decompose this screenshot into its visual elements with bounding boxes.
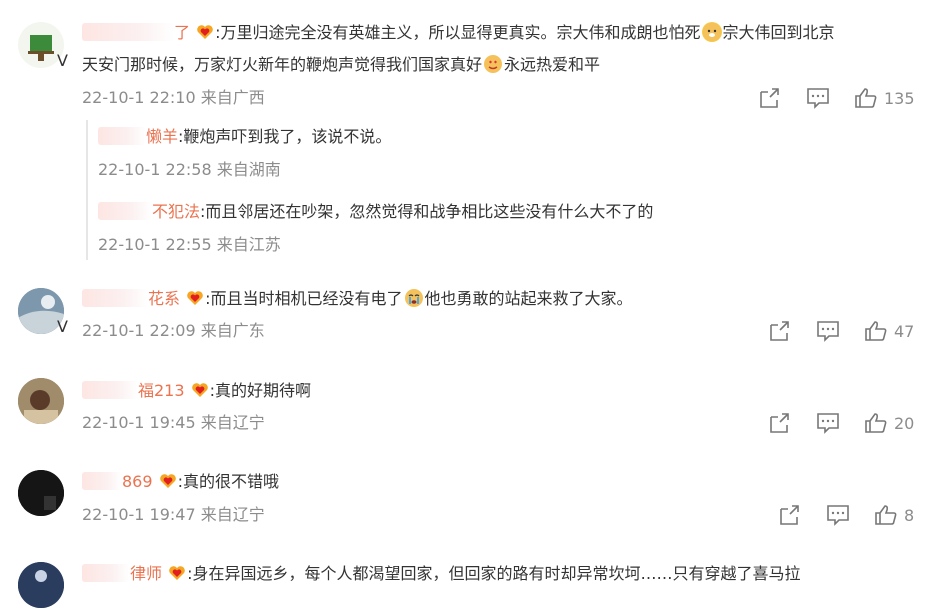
avatar[interactable] bbox=[18, 470, 68, 520]
reply-meta: 22-10-1 22:55 来自江苏 bbox=[98, 235, 281, 254]
username-redacted[interactable] bbox=[82, 564, 130, 582]
comment-actions: 20 bbox=[768, 412, 928, 434]
username-redacted[interactable] bbox=[82, 289, 148, 307]
crying-emoji-icon bbox=[404, 288, 424, 308]
username-redacted[interactable] bbox=[82, 472, 122, 490]
like-icon bbox=[865, 321, 887, 341]
share-icon bbox=[770, 413, 789, 433]
comment-icon bbox=[807, 88, 829, 109]
comment-meta: 22-10-1 19:45 来自辽宁 bbox=[82, 413, 265, 432]
like-icon bbox=[865, 413, 887, 433]
comment-button[interactable] bbox=[806, 87, 830, 109]
avatar[interactable]: V bbox=[18, 22, 68, 72]
username-redacted[interactable] bbox=[98, 127, 146, 145]
like-icon bbox=[875, 505, 897, 525]
like-button[interactable]: 20 bbox=[864, 412, 914, 434]
reply-thread-divider bbox=[86, 120, 88, 260]
comment-icon bbox=[827, 505, 849, 526]
comment-text: 了 :万里归途完全没有英雄主义，所以显得更真实。宗大伟和成朗也怕死 宗大伟回到北京 bbox=[82, 22, 835, 44]
share-icon bbox=[770, 321, 789, 341]
reply-username[interactable]: 懒羊 bbox=[146, 127, 178, 146]
username-redacted[interactable] bbox=[98, 202, 152, 220]
avatar[interactable] bbox=[18, 562, 68, 612]
username[interactable]: 了 bbox=[174, 23, 190, 42]
like-icon bbox=[855, 88, 877, 108]
like-button[interactable]: 135 bbox=[854, 87, 915, 109]
comment-button[interactable] bbox=[816, 320, 840, 342]
comment-actions: 47 bbox=[768, 320, 928, 342]
share-button[interactable] bbox=[778, 504, 802, 526]
reply-text: 不犯法:而且邻居还在吵架，忽然觉得和战争相比这些没有什么大不了的 bbox=[98, 201, 653, 223]
share-button[interactable] bbox=[768, 412, 792, 434]
avatar-image bbox=[18, 378, 64, 424]
comment-text: 律师 :身在异国远乡，每个人都渴望回家，但回家的路有时却异常坎坷……只有穿越了喜… bbox=[82, 563, 801, 585]
username-redacted[interactable] bbox=[82, 23, 174, 41]
share-button[interactable] bbox=[768, 320, 792, 342]
like-count: 20 bbox=[894, 413, 915, 433]
avatar-image bbox=[18, 562, 64, 608]
share-button[interactable] bbox=[758, 87, 782, 109]
username[interactable]: 律师 bbox=[130, 564, 162, 583]
verified-badge-icon: V bbox=[57, 317, 68, 336]
comment-icon bbox=[817, 321, 839, 342]
username[interactable]: 花系 bbox=[148, 289, 180, 308]
reply-username[interactable]: 不犯法 bbox=[152, 202, 200, 221]
reply-meta: 22-10-1 22:58 来自湖南 bbox=[98, 160, 281, 179]
comment-button[interactable] bbox=[826, 504, 850, 526]
love-emoji-icon bbox=[483, 54, 503, 74]
like-count: 8 bbox=[904, 505, 915, 525]
comment-text: 869 :真的很不错哦 bbox=[82, 471, 279, 493]
avatar[interactable]: V bbox=[18, 288, 68, 338]
share-icon bbox=[760, 88, 779, 108]
comment-text-line2: 天安门那时候，万家灯火新年的鞭炮声觉得我们国家真好 永远热爱和平 bbox=[82, 54, 601, 74]
heart-badge-icon bbox=[169, 566, 185, 580]
comment-icon bbox=[817, 413, 839, 434]
like-button[interactable]: 8 bbox=[874, 504, 914, 526]
comment-text: 花系 :而且当时相机已经没有电了 他也勇敢的站起来救了大家。 bbox=[82, 288, 633, 310]
comment-actions: 8 bbox=[778, 504, 928, 526]
comment-actions: 135 bbox=[758, 87, 928, 109]
doge-emoji-icon bbox=[701, 22, 722, 42]
comment-button[interactable] bbox=[816, 412, 840, 434]
share-icon bbox=[780, 505, 799, 525]
like-count: 47 bbox=[894, 321, 915, 341]
comment-meta: 22-10-1 22:10 来自广西 bbox=[82, 88, 265, 107]
avatar-image bbox=[18, 470, 64, 516]
heart-badge-icon bbox=[187, 291, 203, 305]
comment-text: 福213 :真的好期待啊 bbox=[82, 380, 311, 402]
comment-meta: 22-10-1 19:47 来自辽宁 bbox=[82, 505, 265, 524]
verified-badge-icon: V bbox=[57, 51, 68, 70]
heart-badge-icon bbox=[191, 383, 208, 397]
username[interactable]: 福213 bbox=[138, 381, 185, 400]
like-count: 135 bbox=[884, 88, 915, 108]
comment-meta: 22-10-1 22:09 来自广东 bbox=[82, 321, 265, 340]
reply-text: 懒羊:鞭炮声吓到我了，该说不说。 bbox=[98, 126, 391, 148]
username[interactable]: 869 bbox=[122, 472, 153, 491]
heart-badge-icon bbox=[159, 474, 176, 488]
heart-badge-icon bbox=[197, 25, 213, 39]
avatar[interactable] bbox=[18, 378, 68, 428]
username-redacted[interactable] bbox=[82, 381, 138, 399]
like-button[interactable]: 47 bbox=[864, 320, 914, 342]
